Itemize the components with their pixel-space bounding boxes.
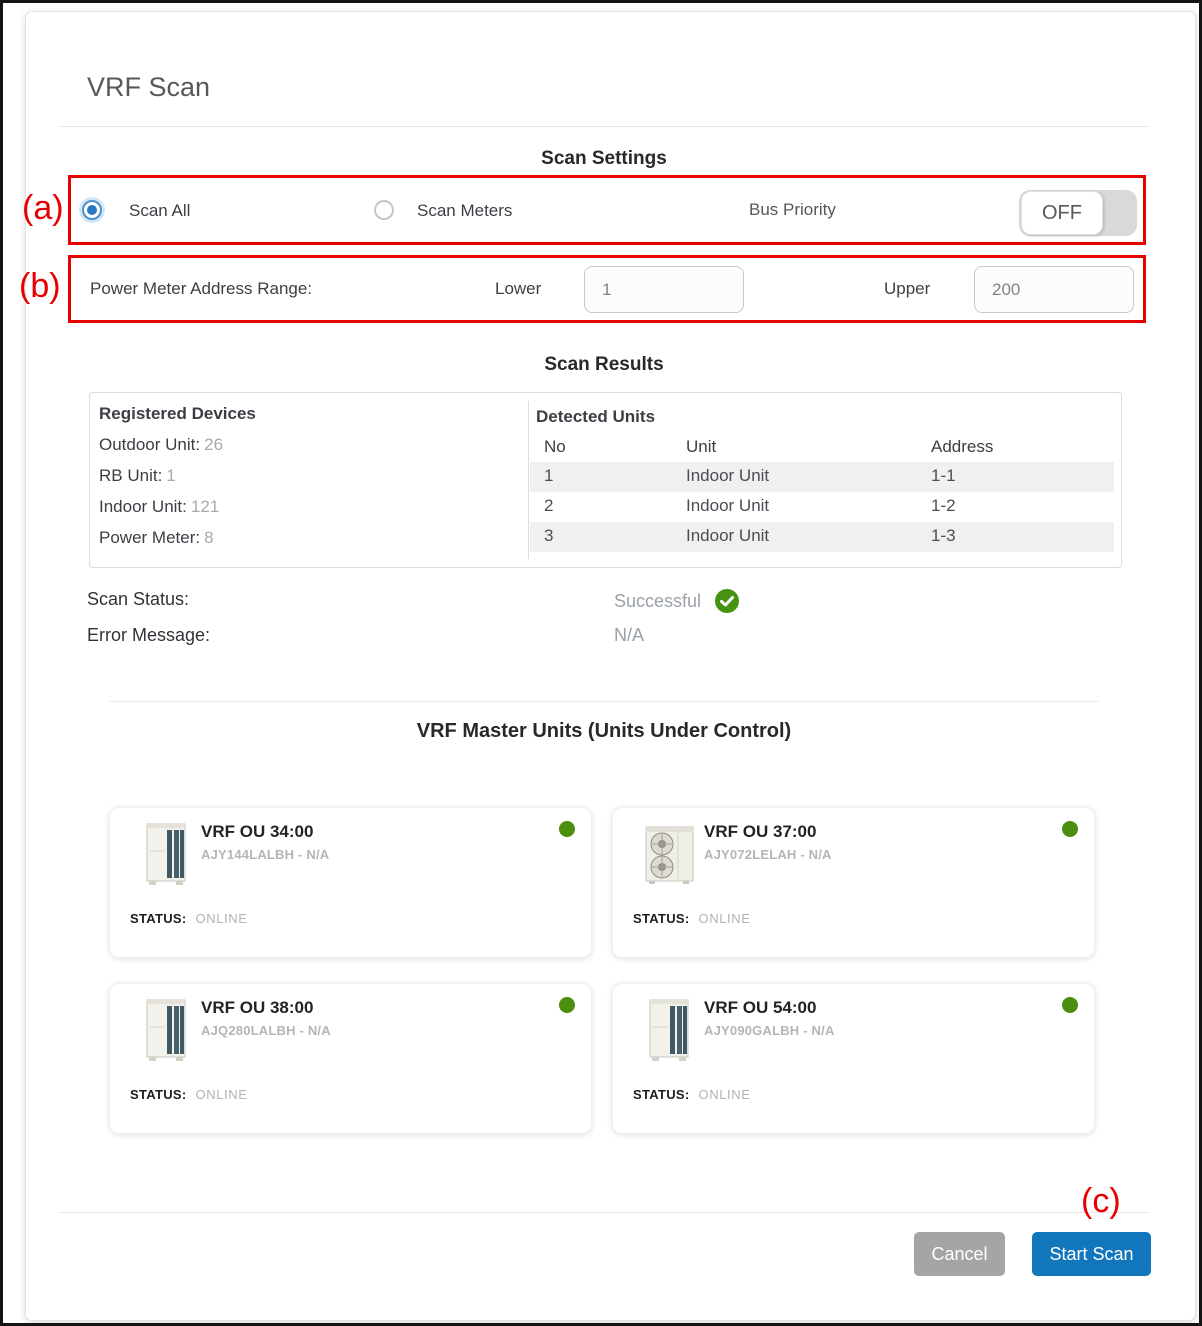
registered-devices-pane: Registered Devices Outdoor Unit:26 RB Un… [90,393,528,567]
table-row: 2 Indoor Unit 1-2 [530,492,1114,522]
unit-name: VRF OU 34:00 [201,822,313,842]
unit-status-row: STATUS:ONLINE [633,911,751,926]
unit-name: VRF OU 54:00 [704,998,816,1018]
vrf-scan-dialog: VRF Scan Scan Settings Scan All Scan Met… [25,11,1196,1321]
upper-address-input[interactable] [974,266,1134,313]
scan-results-heading: Scan Results [59,354,1149,376]
registered-device-rb: RB Unit:1 [99,465,528,486]
registered-device-indoor: Indoor Unit:121 [99,496,528,517]
vrf-unit-card[interactable]: VRF OU 54:00 AJY090GALBH - N/A STATUS:ON… [612,983,1095,1134]
unit-name: VRF OU 37:00 [704,822,816,842]
unit-model: AJY144LALBH - N/A [201,847,329,862]
section-divider [109,701,1099,702]
start-scan-button[interactable]: Start Scan [1032,1232,1151,1276]
error-message-label: Error Message: [87,625,210,646]
annotation-a: (a) [22,189,64,228]
scan-all-label[interactable]: Scan All [129,201,190,221]
outdoor-unit-tower-image [138,997,194,1063]
scan-meters-radio[interactable] [374,200,394,220]
vrf-unit-card[interactable]: VRF OU 38:00 AJQ280LALBH - N/A STATUS:ON… [109,983,592,1134]
unit-status-row: STATUS:ONLINE [130,911,248,926]
scan-results-panel: Registered Devices Outdoor Unit:26 RB Un… [89,392,1122,568]
vrf-unit-card[interactable]: VRF OU 37:00 AJY072LELAH - N/A STATUS:ON… [612,807,1095,958]
bus-priority-label: Bus Priority [749,200,836,220]
scan-status-value: Successful [614,589,739,613]
footer-divider [59,1212,1149,1213]
address-range-label: Power Meter Address Range: [90,279,312,299]
scan-settings-heading: Scan Settings [59,148,1149,170]
online-status-dot [559,821,575,837]
bus-priority-toggle-knob[interactable]: OFF [1021,191,1103,235]
online-status-dot [1062,821,1078,837]
page-title: VRF Scan [87,72,210,103]
registered-devices-heading: Registered Devices [99,404,528,424]
vrf-unit-card[interactable]: VRF OU 34:00 AJY144LALBH - N/A STATUS:ON… [109,807,592,958]
scan-status-label: Scan Status: [87,589,189,610]
lower-address-input[interactable] [584,266,744,313]
annotation-c: (c) [1081,1182,1121,1221]
registered-device-outdoor: Outdoor Unit:26 [99,434,528,455]
detected-units-pane: Detected Units No Unit Address 1 Indoor … [530,393,1122,567]
table-row: 1 Indoor Unit 1-1 [530,462,1114,492]
error-message-value: N/A [614,625,644,646]
annotation-b: (b) [19,267,61,306]
outdoor-unit-fan-image [641,821,697,887]
title-divider [59,126,1149,127]
detected-units-heading: Detected Units [536,407,1122,427]
unit-name: VRF OU 38:00 [201,998,313,1018]
unit-model: AJY090GALBH - N/A [704,1023,835,1038]
master-units-grid: VRF OU 34:00 AJY144LALBH - N/A STATUS:ON… [109,807,1095,1134]
unit-model: AJQ280LALBH - N/A [201,1023,331,1038]
master-units-heading: VRF Master Units (Units Under Control) [59,720,1149,743]
table-row: 3 Indoor Unit 1-3 [530,522,1114,552]
unit-model: AJY072LELAH - N/A [704,847,832,862]
lower-label: Lower [495,279,541,299]
scan-meters-label[interactable]: Scan Meters [417,201,512,221]
screenshot-frame: VRF Scan Scan Settings Scan All Scan Met… [0,0,1202,1326]
online-status-dot [1062,997,1078,1013]
bus-priority-toggle[interactable]: OFF [1019,190,1137,236]
upper-label: Upper [884,279,930,299]
scan-all-radio[interactable] [82,200,102,220]
registered-device-power-meter: Power Meter:8 [99,527,528,548]
outdoor-unit-tower-image [138,821,194,887]
annotation-box-a: Scan All Scan Meters Bus Priority OFF [68,175,1146,245]
success-check-icon [715,589,739,613]
unit-status-row: STATUS:ONLINE [633,1087,751,1102]
detected-units-header-row: No Unit Address [530,433,1114,462]
online-status-dot [559,997,575,1013]
unit-status-row: STATUS:ONLINE [130,1087,248,1102]
panel-divider [528,401,529,559]
annotation-box-b: Power Meter Address Range: Lower Upper [68,255,1146,323]
outdoor-unit-tower-image [641,997,697,1063]
cancel-button[interactable]: Cancel [914,1232,1005,1276]
